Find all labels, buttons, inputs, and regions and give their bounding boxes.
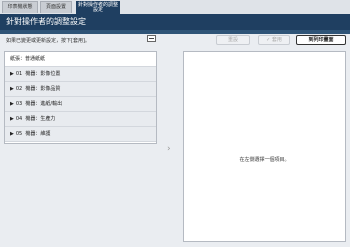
expand-arrow-icon: ▶ (10, 116, 14, 122)
tab-label: 印表機狀態 (7, 3, 33, 10)
expand-arrow-icon: ▶ (10, 101, 14, 107)
category-label: 機器：影像品質 (25, 86, 61, 92)
category-label: 機器：維護 (25, 131, 51, 137)
go-to-print-label: 到列印畫面 (308, 37, 334, 43)
category-code: 05 (15, 131, 23, 137)
check-icon: ✓ (266, 37, 271, 43)
category-code: 04 (15, 116, 23, 122)
category-list: 紙張：普通紙紙 ▶ 01 機器：影像位置 ▶ 02 機器：影像品質 ▶ 03 機器：進… (4, 51, 157, 144)
tab-label: 頁面設置 (45, 3, 66, 10)
expand-arrow-icon: ▶ (10, 131, 14, 137)
category-code: 02 (15, 86, 23, 92)
category-code: 03 (15, 101, 23, 107)
reset-label: 重設 (227, 37, 238, 43)
paper-value: 普通紙紙 (25, 56, 46, 62)
page-title: 針對操作者的調整設定 (0, 14, 350, 30)
tab-label: 針對操作者的調整設定 (77, 1, 118, 13)
list-item[interactable]: ▶ 05 機器：維護 (5, 127, 156, 142)
collapse-icon[interactable] (147, 35, 156, 42)
tab-bar: 印表機狀態 頁面設置 針對操作者的調整設定 (0, 0, 350, 14)
reset-button[interactable]: 重設 (216, 35, 250, 45)
list-item[interactable]: ▶ 02 機器：影像品質 (5, 82, 156, 97)
paper-row: 紙張：普通紙紙 (5, 52, 156, 67)
title-underline (0, 30, 350, 34)
apply-button[interactable]: ✓ 套用 (258, 35, 290, 45)
instruction-text: 如果已變更或更新設定，按下[套用]。 (6, 38, 90, 44)
category-code: 01 (15, 71, 23, 77)
expand-arrow-icon: ▶ (10, 86, 14, 92)
list-item[interactable]: ▶ 01 機器：影像位置 (5, 67, 156, 82)
expand-arrow-icon: ▶ (10, 71, 14, 77)
chevron-right-icon: › (167, 144, 171, 154)
tab-printer-status[interactable]: 印表機狀態 (2, 1, 38, 13)
detail-panel: 在左側選擇一個項目。 (183, 51, 346, 242)
paper-label: 紙張： (10, 56, 26, 62)
list-item[interactable]: ▶ 03 機器：進紙/輸出 (5, 97, 156, 112)
go-to-print-button[interactable]: 到列印畫面 (296, 35, 346, 45)
empty-state-message: 在左側選擇一個項目。 (239, 157, 290, 163)
tab-page-setup[interactable]: 頁面設置 (40, 1, 72, 13)
category-label: 機器：生產力 (25, 116, 56, 122)
tab-operator-adjustment[interactable]: 針對操作者的調整設定 (76, 1, 120, 14)
apply-label: 套用 (271, 37, 282, 43)
list-item[interactable]: ▶ 04 機器：生產力 (5, 112, 156, 127)
category-label: 機器：進紙/輸出 (25, 101, 63, 107)
category-label: 機器：影像位置 (25, 71, 61, 77)
